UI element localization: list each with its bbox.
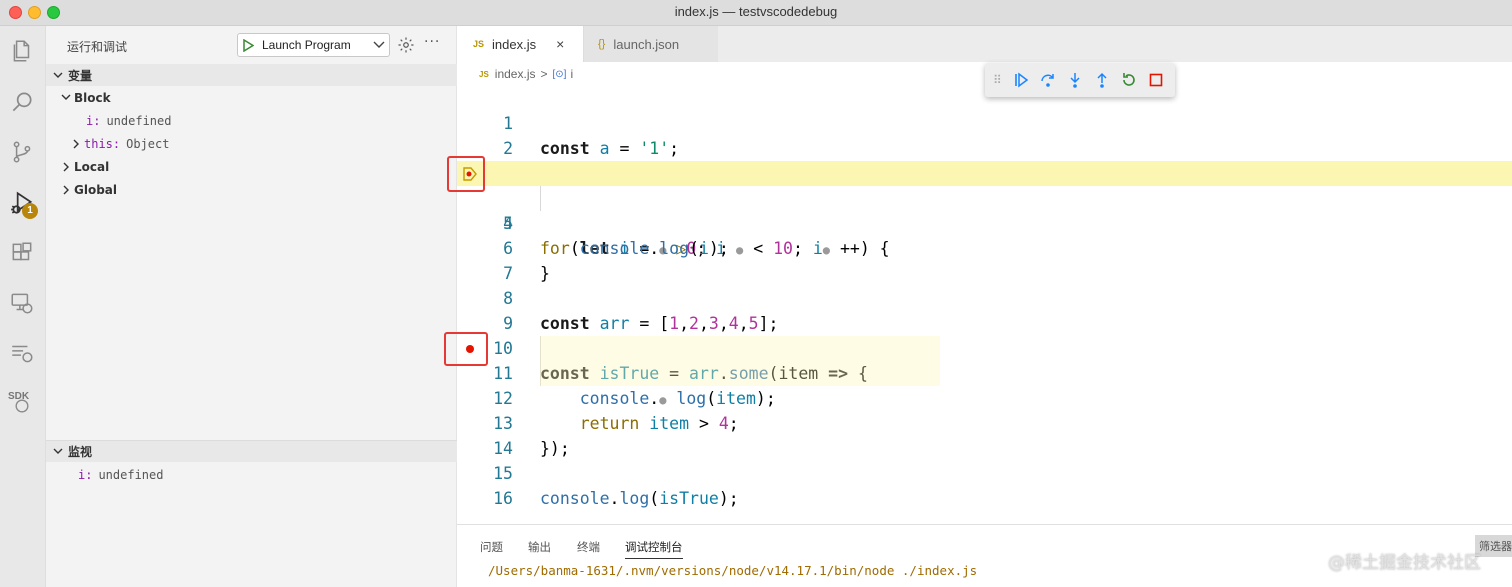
variable-value: Object — [126, 136, 170, 151]
drag-handle-icon[interactable]: ⠿ — [993, 73, 1007, 87]
tab-label: launch.json — [613, 36, 680, 52]
code-line: 9 — [457, 286, 1512, 333]
console-output-line: /Users/banma-1631/.nvm/versions/node/v14… — [488, 563, 978, 578]
watch-section-title: 监视 — [68, 445, 93, 459]
variables-section-title: 变量 — [68, 68, 93, 83]
variable-name: i: — [86, 113, 101, 128]
code-line: 6 } — [457, 211, 1512, 283]
stop-icon — [1149, 73, 1162, 87]
indent-guide — [540, 186, 541, 211]
code-line: 8 const arr = [1,2,3,4,5]; — [457, 261, 1512, 333]
code-line: 2 const b = '2'; — [457, 111, 1512, 183]
breakpoint-icon[interactable] — [465, 344, 475, 354]
search-icon[interactable] — [7, 87, 37, 117]
json-file-icon: {} — [598, 38, 606, 50]
tab-label: index.js — [492, 36, 537, 52]
close-icon[interactable]: × — [556, 36, 564, 52]
variable-value: undefined — [106, 113, 172, 128]
inline-scope-highlight — [540, 336, 940, 386]
test-icon[interactable] — [7, 338, 37, 368]
variables-section-header[interactable]: 变量 — [46, 64, 457, 86]
step-into-button[interactable] — [1061, 67, 1088, 93]
launch-config-label: Launch Program — [262, 38, 351, 52]
code-line: 15 console.log(isTrue); — [457, 436, 1512, 508]
step-out-icon — [1096, 72, 1107, 88]
code-line: 10 const isTrue = arr.some(item => { — [457, 311, 1512, 383]
chevron-down-icon — [48, 72, 68, 79]
source-control-icon[interactable] — [7, 137, 37, 167]
debug-session-badge: 1 — [22, 203, 38, 219]
line-number: 16 — [493, 489, 513, 508]
watch-name: i: — [78, 467, 93, 482]
code-line: 13 }); — [457, 386, 1512, 458]
sidebar-header: 运行和调试 Launch Program ··· — [46, 26, 457, 62]
restart-button[interactable] — [1115, 67, 1142, 93]
code-line: 5 console.log(i); — [457, 186, 1512, 258]
active-tab-indicator — [625, 558, 683, 559]
watch-row[interactable]: i: undefined — [46, 463, 457, 486]
activity-bar: 1 SDK — [0, 26, 46, 587]
more-actions-icon[interactable]: ··· — [424, 34, 440, 50]
code-line: 16 — [457, 461, 1512, 508]
window-title: index.js — testvscodedebug — [674, 4, 838, 19]
code-line: 3 — [457, 136, 1512, 183]
tab-launch-json[interactable]: {} launch.json — [583, 26, 718, 62]
step-into-icon — [1069, 73, 1080, 88]
variable-symbol-icon: [⊙] — [552, 68, 567, 80]
variables-global-scope[interactable]: Global — [46, 178, 457, 201]
variable-row[interactable]: this: Object — [46, 132, 457, 155]
current-breakpoint-icon[interactable] — [463, 167, 477, 181]
chevron-down-icon — [369, 41, 389, 49]
remote-explorer-icon[interactable] — [7, 288, 37, 318]
js-file-icon: JS — [473, 39, 485, 49]
chevron-down-icon — [58, 94, 74, 101]
variable-row[interactable]: i: undefined — [46, 109, 457, 132]
run-debug-sidebar: 运行和调试 Launch Program ··· 变量 Block i: und… — [46, 26, 457, 587]
files-icon[interactable] — [7, 36, 37, 66]
start-debugging-icon[interactable] — [238, 34, 258, 56]
sdk-badge-icon — [12, 396, 32, 416]
variables-block-scope[interactable]: Block — [46, 86, 457, 109]
tab-output[interactable]: 输出 — [528, 539, 551, 555]
editor-tabs: JS index.js × {} launch.json — [457, 26, 1512, 62]
chevron-right-icon — [68, 139, 84, 149]
breadcrumb-file[interactable]: index.js — [495, 67, 536, 81]
watch-section-header[interactable]: 监视 — [46, 440, 457, 462]
tab-index-js[interactable]: JS index.js × — [457, 26, 583, 62]
code-line: 7 — [457, 236, 1512, 283]
scope-label: Local — [74, 159, 110, 174]
scope-label: Block — [74, 90, 111, 105]
tab-debug-console[interactable]: 调试控制台 — [625, 539, 683, 555]
extensions-icon[interactable] — [7, 238, 37, 268]
continue-button[interactable] — [1007, 67, 1034, 93]
step-over-icon — [1040, 74, 1054, 87]
debug-toolbar: ⠿ — [985, 63, 1175, 97]
scope-label: Global — [74, 182, 118, 197]
breadcrumb-symbol[interactable]: i — [570, 67, 573, 81]
launch-config-dropdown[interactable]: Launch Program — [237, 33, 390, 57]
variable-name: this: — [84, 136, 121, 151]
stop-button[interactable] — [1142, 67, 1169, 93]
current-execution-line: 4 for(let i = ● ▷0; i ● < 10; i● ++) { — [457, 161, 1512, 258]
chevron-right-icon — [58, 185, 74, 195]
step-out-button[interactable] — [1088, 67, 1115, 93]
code-line: 14 — [457, 411, 1512, 458]
chevron-down-icon — [48, 448, 68, 455]
restart-icon — [1122, 73, 1135, 86]
tab-terminal[interactable]: 终端 — [577, 539, 600, 555]
tab-problems[interactable]: 问题 — [480, 539, 503, 555]
breadcrumb-separator: > — [540, 67, 548, 81]
title-bar: index.js — testvscodedebug — [0, 0, 1512, 26]
js-file-icon: JS — [479, 69, 489, 79]
watermark: @稀土掘金技术社区 — [1328, 553, 1481, 573]
sidebar-title: 运行和调试 — [67, 40, 128, 54]
watch-value: undefined — [98, 467, 164, 482]
continue-icon — [1014, 72, 1028, 88]
gear-icon[interactable] — [397, 36, 415, 54]
code-text: console.log(isTrue); — [540, 489, 739, 508]
chevron-right-icon — [58, 162, 74, 172]
step-over-button[interactable] — [1034, 67, 1061, 93]
variables-local-scope[interactable]: Local — [46, 155, 457, 178]
code-editor[interactable]: 1 const a = '1'; 2 const b = '2'; 3 4 fo… — [444, 86, 1512, 520]
